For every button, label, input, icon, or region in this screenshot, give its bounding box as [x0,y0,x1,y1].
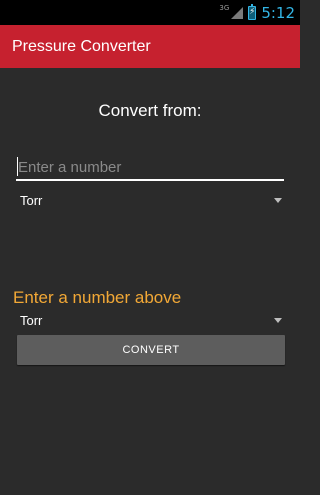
dropdown-arrow-icon [274,197,282,203]
dropdown-arrow-icon [274,317,282,323]
to-unit-value: Torr [20,312,43,328]
signal-icon [231,6,244,19]
convert-button[interactable]: CONVERT [17,335,285,365]
status-bar: 3G ⚡ 5:12 [0,0,300,25]
app-title: Pressure Converter [12,37,151,55]
status-icons: 3G ⚡ 5:12 [219,0,295,25]
text-cursor [17,157,18,176]
from-unit-spinner[interactable]: Torr [16,189,286,211]
charging-bolt-icon: ⚡ [249,7,256,17]
action-bar: Pressure Converter [0,25,300,68]
status-clock: 5:12 [261,3,295,22]
to-unit-spinner[interactable]: Torr [16,309,286,331]
network-type-label: 3G [219,3,230,12]
number-input[interactable] [16,155,284,181]
battery-icon: ⚡ [248,3,257,20]
convert-from-heading: Convert from: [98,101,202,120]
result-text: Enter a number above [13,288,182,307]
from-unit-value: Torr [20,192,43,208]
